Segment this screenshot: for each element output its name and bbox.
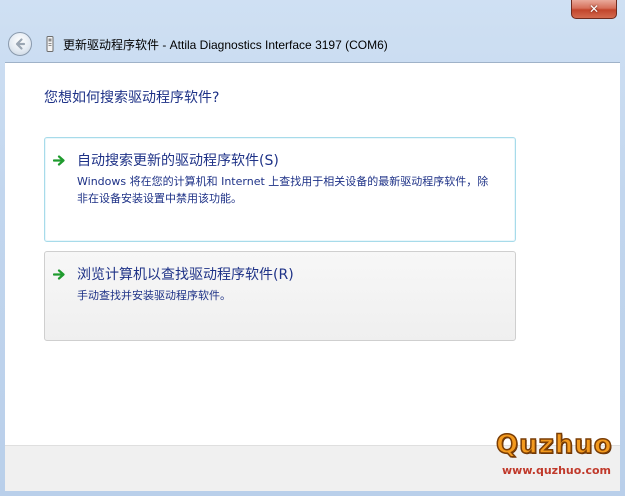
green-arrow-icon [53, 155, 65, 166]
option-title: 自动搜索更新的驱动程序软件(S) [77, 153, 279, 169]
device-icon [46, 36, 54, 52]
option-description: 手动查找并安装驱动程序软件。 [77, 289, 231, 302]
content-pane: 您想如何搜索驱动程序软件? 自动搜索更新的驱动程序软件(S) Windows 将… [5, 62, 620, 445]
watermark-url: www.quzhuo.com [502, 464, 612, 477]
option-description: Windows 将在您的计算机和 Internet 上查找用于相关设备的最新驱动… [77, 175, 489, 205]
back-arrow-icon [15, 38, 26, 50]
back-button[interactable] [8, 32, 32, 56]
page-heading: 您想如何搜索驱动程序软件? [44, 90, 220, 106]
option-title: 浏览计算机以查找驱动程序软件(R) [77, 267, 294, 283]
option-browse-computer[interactable]: 浏览计算机以查找驱动程序软件(R) 手动查找并安装驱动程序软件。 [44, 251, 516, 341]
close-icon: ✕ [588, 2, 600, 16]
option-auto-search[interactable]: 自动搜索更新的驱动程序软件(S) Windows 将在您的计算机和 Intern… [44, 137, 516, 242]
window-title: 更新驱动程序软件 - Attila Diagnostics Interface … [63, 38, 388, 52]
watermark-logo: Quzhuo [495, 429, 613, 461]
watermark: Quzhuo www.quzhuo.com [490, 428, 623, 492]
close-button[interactable]: ✕ [571, 0, 617, 19]
green-arrow-icon [53, 269, 65, 280]
